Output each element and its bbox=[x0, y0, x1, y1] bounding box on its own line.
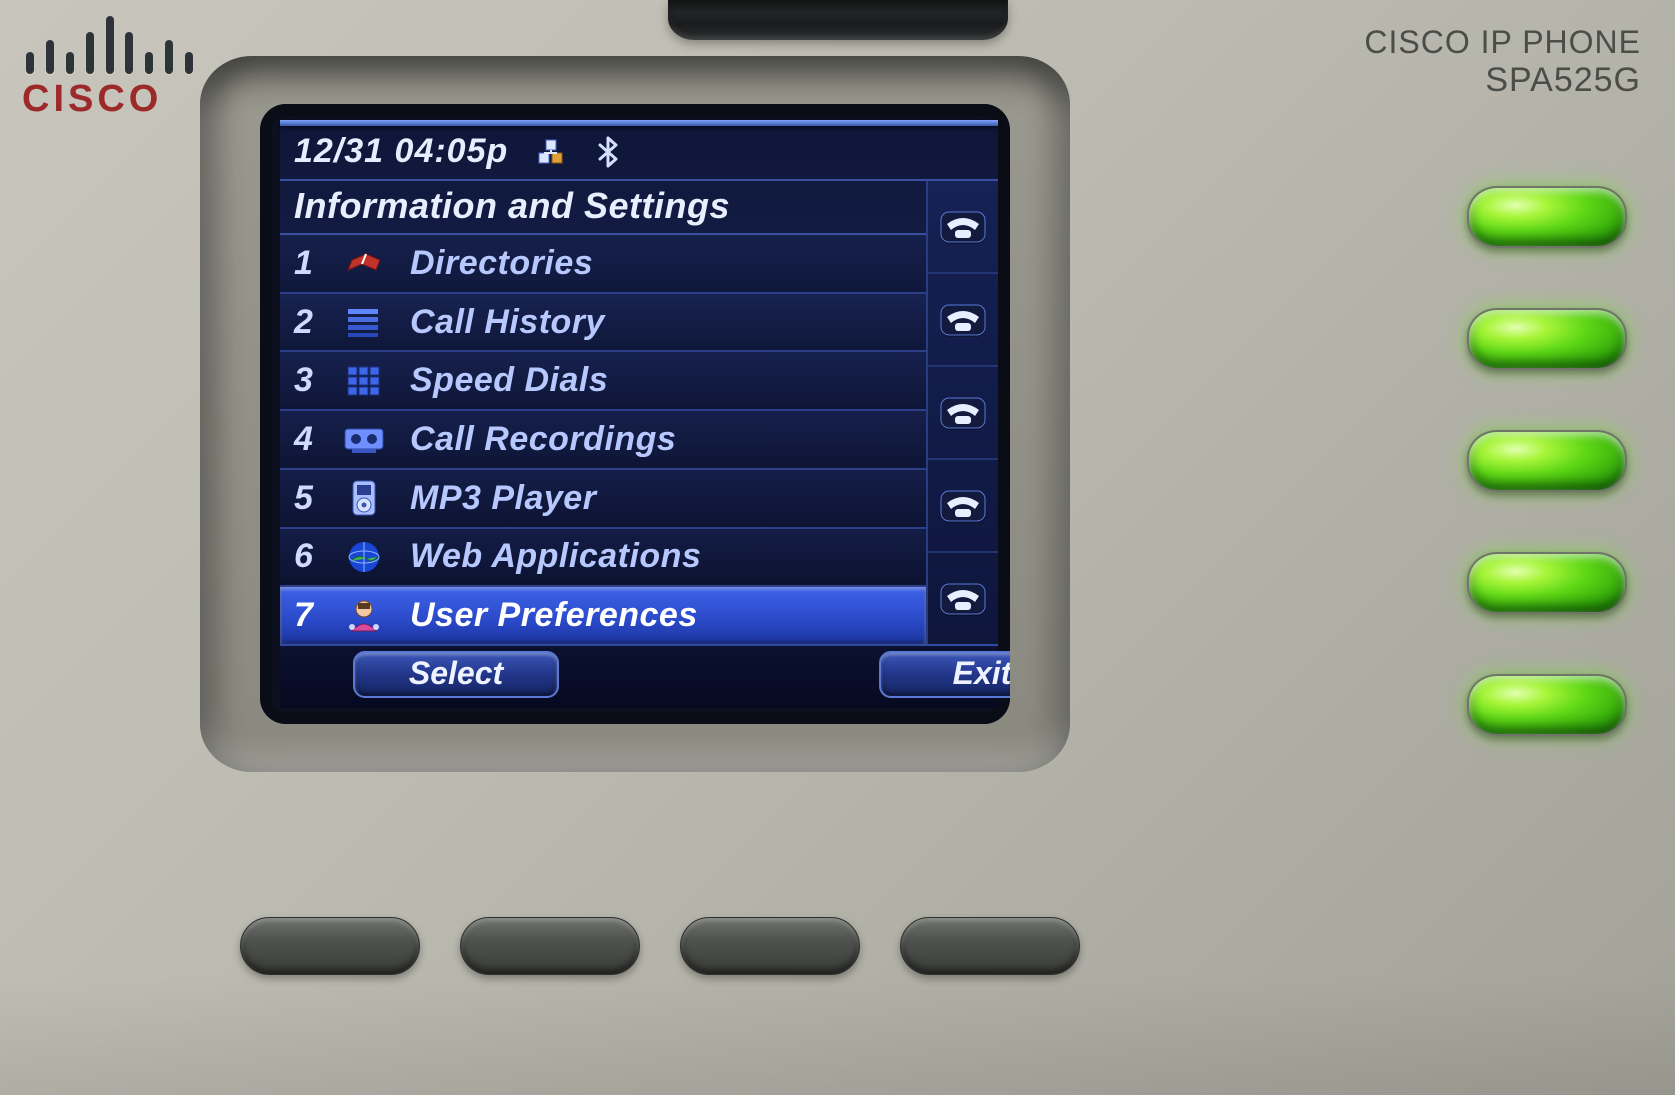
menu-label: Speed Dials bbox=[410, 361, 912, 400]
cisco-logo: CISCO bbox=[22, 14, 197, 121]
network-icon bbox=[536, 137, 566, 167]
line-led-stack bbox=[1467, 186, 1627, 736]
linekey-2[interactable] bbox=[928, 274, 998, 367]
lcd-screen: 12/31 04:05p bbox=[280, 120, 998, 708]
cisco-word: CISCO bbox=[22, 78, 197, 121]
softkey-exit[interactable]: Exit bbox=[879, 651, 1010, 698]
globe-icon bbox=[340, 538, 388, 576]
line-led-1[interactable] bbox=[1467, 186, 1627, 248]
screen-recess: 12/31 04:05p bbox=[200, 56, 1070, 772]
line-led-2[interactable] bbox=[1467, 308, 1627, 370]
menu-item-mp3-player[interactable]: 5 MP3 Player bbox=[280, 470, 926, 529]
line-led-5[interactable] bbox=[1467, 674, 1627, 736]
mp3-icon bbox=[340, 479, 388, 517]
menu-label: Call History bbox=[410, 303, 912, 342]
lcd-body: Information and Settings 1 Direct bbox=[280, 181, 998, 644]
menu-item-web-applications[interactable]: 6 Web Applications bbox=[280, 529, 926, 588]
linekey-4[interactable] bbox=[928, 460, 998, 553]
menu-number: 6 bbox=[294, 537, 318, 576]
line-led-3[interactable] bbox=[1467, 430, 1627, 492]
menu-item-user-preferences[interactable]: 7 User Preferences bbox=[280, 587, 926, 644]
screen-title: Information and Settings bbox=[280, 181, 926, 233]
menu-item-directories[interactable]: 1 Directories bbox=[280, 235, 926, 294]
phone-icon bbox=[939, 210, 987, 244]
menu-number: 3 bbox=[294, 361, 318, 400]
screen-bezel: 12/31 04:05p bbox=[260, 104, 1010, 724]
phone-icon bbox=[939, 582, 987, 616]
menu-list: 1 Directories 2 bbox=[280, 235, 926, 644]
hw-softkey-2[interactable] bbox=[460, 917, 640, 975]
menu-label: Call Recordings bbox=[410, 420, 912, 459]
menu-number: 2 bbox=[294, 303, 318, 342]
menu-item-call-recordings[interactable]: 4 Call Recordings bbox=[280, 411, 926, 470]
status-bar: 12/31 04:05p bbox=[280, 126, 998, 181]
phone-icon bbox=[939, 303, 987, 337]
menu-label: Directories bbox=[410, 244, 912, 283]
menu-item-speed-dials[interactable]: 3 bbox=[280, 352, 926, 411]
model-line-2: SPA525G bbox=[1364, 61, 1641, 100]
menu-label: Web Applications bbox=[410, 537, 912, 576]
menu-number: 5 bbox=[294, 479, 318, 518]
grid-icon bbox=[340, 362, 388, 400]
book-icon bbox=[340, 244, 388, 282]
linekey-3[interactable] bbox=[928, 367, 998, 460]
menu-number: 1 bbox=[294, 244, 318, 283]
status-datetime: 12/31 04:05p bbox=[294, 132, 508, 171]
menu-label: User Preferences bbox=[410, 596, 912, 635]
menu-number: 4 bbox=[294, 420, 318, 459]
model-label: CISCO IP PHONE SPA525G bbox=[1364, 24, 1641, 100]
menu-item-call-history[interactable]: 2 Call History bbox=[280, 294, 926, 353]
phone-icon bbox=[939, 489, 987, 523]
tape-icon bbox=[340, 421, 388, 459]
hardware-softkey-row bbox=[240, 917, 1080, 975]
menu-number: 7 bbox=[294, 596, 318, 635]
menu-label: MP3 Player bbox=[410, 479, 912, 518]
hw-softkey-4[interactable] bbox=[900, 917, 1080, 975]
user-icon bbox=[340, 597, 388, 635]
list-icon bbox=[340, 303, 388, 341]
speaker-grille bbox=[668, 0, 1008, 40]
linekey-1[interactable] bbox=[928, 181, 998, 274]
linekey-column bbox=[926, 181, 998, 644]
cisco-signal-bars-icon bbox=[22, 14, 197, 74]
line-led-4[interactable] bbox=[1467, 552, 1627, 614]
shelf-shadow bbox=[0, 975, 1675, 1095]
hw-softkey-1[interactable] bbox=[240, 917, 420, 975]
hw-softkey-3[interactable] bbox=[680, 917, 860, 975]
linekey-5[interactable] bbox=[928, 553, 998, 644]
softkey-select[interactable]: Select bbox=[353, 651, 559, 698]
model-line-1: CISCO IP PHONE bbox=[1364, 24, 1641, 61]
phone-icon bbox=[939, 396, 987, 430]
softkey-row: Select Exit bbox=[280, 644, 998, 708]
bluetooth-icon bbox=[594, 136, 622, 168]
